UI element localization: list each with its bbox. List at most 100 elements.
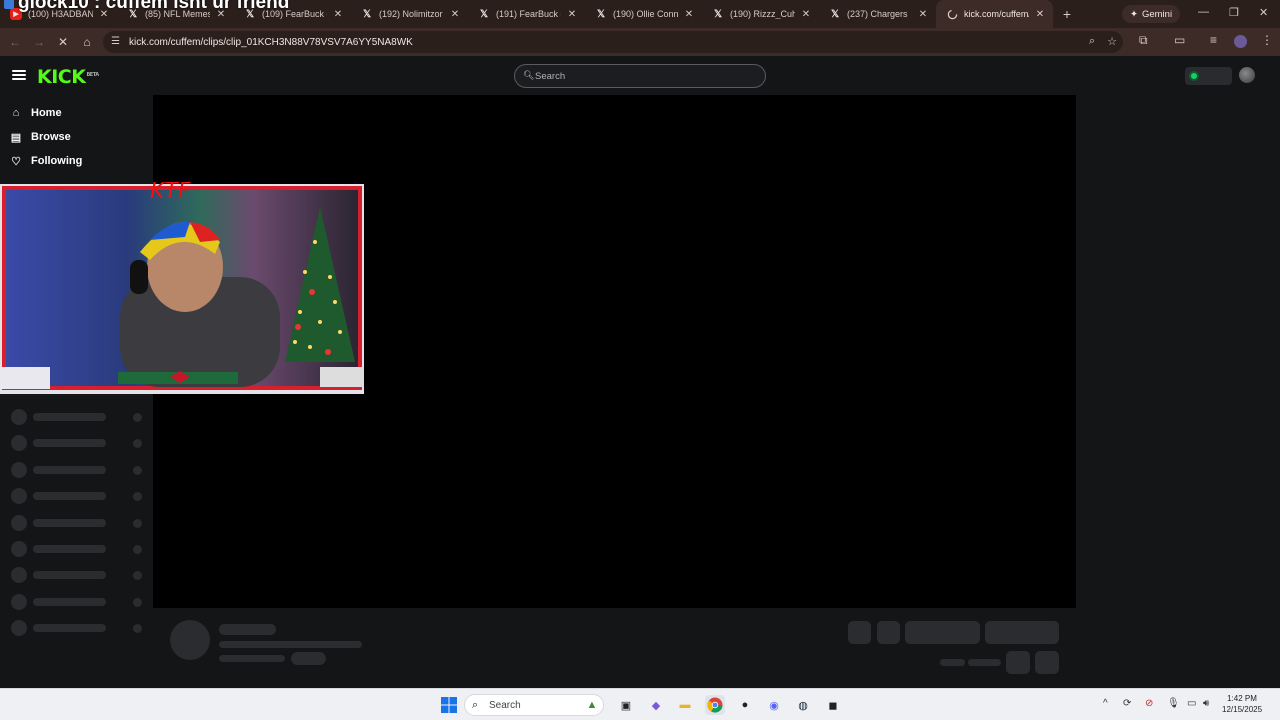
webcam-overlay: KTF [0, 179, 366, 407]
tray-app-icon[interactable]: ⟳ [1123, 698, 1131, 709]
tab-title: (237) Chargers ⚡ U [847, 8, 912, 19]
windows-taskbar: ⌕ Search ▲ ▣ ◆ ▬ ● ◉ ◍ ◼ ^ ⟳ ⊘ 🎙︎ ▭ 🔊︎ 1… [0, 688, 1280, 720]
back-icon[interactable]: ← [7, 34, 23, 50]
windows-start-icon[interactable] [439, 695, 459, 715]
site-header: KICKBETA 🔍︎ Search [0, 56, 1280, 95]
restore-icon[interactable]: ❐ [1229, 6, 1239, 19]
stat-skeleton [940, 659, 965, 666]
meta-skeleton [219, 655, 285, 662]
close-icon[interactable]: ✕ [799, 9, 813, 20]
action-button-skeleton [985, 621, 1059, 644]
overlay-badge-icon [4, 0, 14, 9]
action-button-skeleton [1035, 651, 1059, 674]
close-icon[interactable]: ✕ [916, 9, 930, 20]
status-toggle-button[interactable] [1185, 67, 1232, 85]
sidebar-item-home[interactable]: ⌂ Home [10, 103, 62, 123]
zoom-icon[interactable]: ⌕ [1089, 35, 1095, 48]
channel-skeleton-row [11, 488, 146, 504]
channel-skeleton-row [11, 620, 146, 636]
sidebar-item-label: Following [31, 155, 83, 167]
x-icon: 𝕏 [596, 8, 606, 20]
tree-widget-icon[interactable]: ▲ [582, 695, 602, 715]
streamer-avatar-skeleton [170, 620, 210, 660]
system-clock[interactable]: 1:42 PM 12/15/2025 [1222, 693, 1262, 715]
extensions-icon[interactable]: ⧉ [1139, 33, 1148, 48]
minimize-icon[interactable]: — [1198, 6, 1209, 18]
clock-date: 12/15/2025 [1222, 705, 1263, 714]
browser-tab[interactable]: 𝕏 (191) FearBuck on X ✕ [468, 0, 585, 28]
close-icon[interactable]: ✕ [331, 9, 345, 20]
site-info-icon[interactable]: ☰ [111, 36, 120, 47]
channel-skeleton-row [11, 594, 146, 610]
cast-icon[interactable]: ▭ [1174, 33, 1185, 47]
bookmark-star-icon[interactable]: ☆ [1107, 35, 1117, 48]
browser-tab[interactable]: 𝕏 (237) Chargers ⚡ U ✕ [819, 0, 936, 28]
browse-icon: ▤ [10, 131, 22, 144]
close-icon[interactable]: ✕ [448, 9, 462, 20]
close-icon[interactable]: ✕ [682, 9, 696, 20]
tray-overflow-icon[interactable]: ^ [1103, 698, 1108, 709]
sidebar-item-following[interactable]: ♡ Following [10, 151, 82, 171]
user-avatar[interactable] [1239, 67, 1255, 83]
search-placeholder: Search [535, 70, 566, 82]
network-icon[interactable]: ▭ [1187, 698, 1196, 709]
action-button-skeleton [905, 621, 980, 644]
sparkle-icon: ✦ [1130, 8, 1138, 20]
url-text: kick.com/cuffem/clips/clip_01KCH3N88V78V… [129, 36, 413, 48]
logo-badge: BETA [86, 71, 99, 78]
new-tab-button[interactable]: + [1053, 6, 1081, 22]
obs-icon[interactable]: ● [735, 695, 755, 715]
stop-loading-icon[interactable]: ✕ [55, 34, 71, 50]
kick-logo[interactable]: KICKBETA [37, 66, 99, 88]
browser-tab[interactable]: 𝕏 (190) Rizzz_Cuhh on X ✕ [702, 0, 819, 28]
home-page-icon[interactable]: ⌂ [79, 34, 95, 50]
copilot-icon[interactable]: ◆ [646, 695, 666, 715]
title-skeleton [219, 624, 276, 635]
browser-tab-active[interactable]: kick.com/cuffem/clips ✕ [936, 0, 1053, 28]
x-icon: 𝕏 [713, 8, 723, 20]
stat-skeleton [968, 659, 1001, 666]
tray-security-icon[interactable]: ⊘ [1145, 698, 1153, 709]
channel-skeleton-row [11, 435, 146, 451]
sidebar-item-label: Browse [31, 131, 71, 143]
channel-skeleton-row [11, 409, 146, 425]
hamburger-menu-icon[interactable] [12, 70, 26, 80]
forward-icon[interactable]: → [31, 34, 47, 50]
x-icon: 𝕏 [479, 8, 489, 20]
clip-info-skeleton [153, 608, 1076, 688]
stream-overlay-caption: glock10 : cuffem isnt ur friend [4, 0, 289, 14]
close-window-icon[interactable]: ✕ [1259, 6, 1268, 19]
tab-title: kick.com/cuffem/clips [964, 9, 1029, 19]
close-icon[interactable]: ✕ [565, 9, 579, 20]
channel-skeleton-row [11, 567, 146, 583]
profile-avatar[interactable] [1234, 35, 1247, 48]
tab-title: (191) FearBuck on X [496, 9, 561, 19]
search-icon: ⌕ [472, 699, 479, 711]
microphone-icon[interactable]: 🎙︎ [1167, 698, 1180, 709]
browser-tab[interactable]: 𝕏 (192) Nolimitzor on X ✕ [351, 0, 468, 28]
discord-icon[interactable]: ◉ [764, 695, 784, 715]
file-explorer-icon[interactable]: ▬ [675, 695, 695, 715]
close-icon[interactable]: ✕ [1033, 9, 1047, 20]
task-view-icon[interactable]: ▣ [616, 695, 636, 715]
menu-dots-icon[interactable]: ⋮ [1261, 33, 1273, 47]
channel-skeleton-row [11, 515, 146, 531]
app-icon[interactable]: ◼ [823, 695, 843, 715]
steam-icon[interactable]: ◍ [793, 695, 813, 715]
channel-skeleton-row [11, 541, 146, 557]
overlay-text: glock10 : cuffem isnt ur friend [18, 0, 290, 13]
chrome-icon[interactable] [705, 695, 725, 715]
sidebar-item-browse[interactable]: ▤ Browse [10, 127, 71, 147]
gemini-button[interactable]: ✦ Gemini [1122, 5, 1181, 23]
tab-title: (190) Ollie Connolly [613, 9, 678, 19]
reading-list-icon[interactable]: ≡ [1210, 33, 1217, 47]
volume-icon[interactable]: 🔊︎ [1203, 698, 1209, 709]
search-input[interactable]: 🔍︎ Search [514, 64, 766, 88]
sidebar-item-label: Home [31, 107, 62, 119]
address-bar[interactable]: ☰ kick.com/cuffem/clips/clip_01KCH3N88V7… [103, 31, 1123, 53]
gemini-label: Gemini [1141, 8, 1173, 20]
logo-text: KICK [37, 66, 86, 88]
browser-tab[interactable]: 𝕏 (190) Ollie Connolly ✕ [585, 0, 702, 28]
badge-skeleton [291, 652, 326, 665]
clock-time: 1:42 PM [1227, 694, 1257, 703]
